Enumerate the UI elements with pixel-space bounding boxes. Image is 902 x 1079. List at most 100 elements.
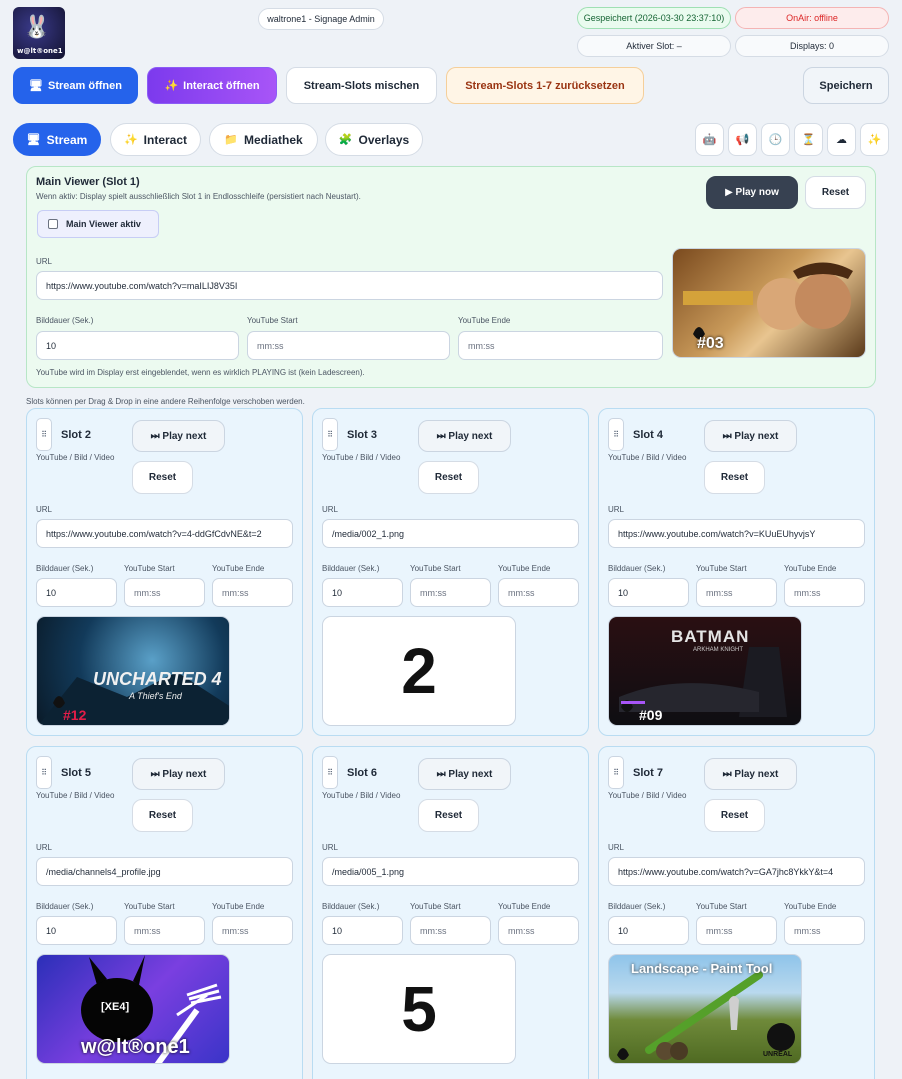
- slot-duration-input[interactable]: 10: [608, 578, 689, 607]
- tab-interact[interactable]: ✨ Interact: [110, 123, 201, 156]
- slot-reset-button[interactable]: Reset: [704, 461, 765, 494]
- drag-handle-icon[interactable]: ⠿: [608, 418, 624, 451]
- slot-yt-end-input[interactable]: mm:ss: [784, 578, 865, 607]
- tab-mediathek[interactable]: 📁 Mediathek: [209, 123, 318, 156]
- duration-label: Bilddauer (Sek.): [608, 564, 666, 573]
- slot-title: Slot 2: [61, 429, 91, 441]
- slots-note: Slots können per Drag & Drop in eine and…: [26, 397, 305, 406]
- slot-reset-button[interactable]: Reset: [704, 799, 765, 832]
- slot-url-input[interactable]: https://www.youtube.com/watch?v=4-ddGfCd…: [36, 519, 293, 548]
- drag-handle-icon[interactable]: ⠿: [36, 756, 52, 789]
- slot-yt-start-input[interactable]: mm:ss: [124, 578, 205, 607]
- drag-handle-icon[interactable]: ⠿: [322, 756, 338, 789]
- drag-handle-icon[interactable]: ⠿: [322, 418, 338, 451]
- slot-yt-start-input[interactable]: mm:ss: [696, 916, 777, 945]
- slot-type-label: YouTube / Bild / Video: [608, 791, 687, 800]
- interact-open-button[interactable]: ✨ Interact öffnen: [147, 67, 277, 104]
- monitor-icon: 🖥: [29, 79, 43, 92]
- play-next-button[interactable]: ⏭ Play next: [132, 758, 225, 790]
- play-now-button[interactable]: ▶ Play now: [706, 176, 798, 209]
- play-next-button[interactable]: ⏭ Play next: [704, 758, 797, 790]
- drag-handle-icon[interactable]: ⠿: [608, 756, 624, 789]
- slot-url-input[interactable]: https://www.youtube.com/watch?v=KUuEUhyv…: [608, 519, 865, 548]
- play-next-button[interactable]: ⏭ Play next: [704, 420, 797, 452]
- displays-badge: Displays: 0: [735, 35, 889, 57]
- main-viewer-yt-end-input[interactable]: mm:ss: [458, 331, 663, 360]
- cloud-icon[interactable]: ☁: [827, 123, 856, 156]
- slot-url-input[interactable]: /media/005_1.png: [322, 857, 579, 886]
- play-next-button[interactable]: ⏭ Play next: [418, 420, 511, 452]
- slot-yt-start-input[interactable]: mm:ss: [124, 916, 205, 945]
- hourglass-icon[interactable]: ⏳: [794, 123, 823, 156]
- slot-duration-input[interactable]: 10: [608, 916, 689, 945]
- slot-thumbnail: Landscape - Paint Tool UNREAL: [608, 954, 802, 1064]
- monitor-icon: 🖥: [26, 133, 41, 146]
- onair-status-badge: OnAir: offline: [735, 7, 889, 29]
- tab-overlays[interactable]: 🧩 Overlays: [325, 123, 423, 156]
- save-status-badge: Gespeichert (2026-03-30 23:37:10): [577, 7, 731, 29]
- main-viewer-url-input[interactable]: https://www.youtube.com/watch?v=maILIJ8V…: [36, 271, 663, 300]
- tab-stream-label: Stream: [46, 132, 88, 147]
- slot-duration-input[interactable]: 10: [36, 916, 117, 945]
- slot-yt-start-input[interactable]: mm:ss: [696, 578, 777, 607]
- play-next-button[interactable]: ⏭ Play next: [418, 758, 511, 790]
- sparkle-icon: ✨: [164, 79, 179, 92]
- slot-type-label: YouTube / Bild / Video: [36, 453, 115, 462]
- duration-label: Bilddauer (Sek.): [322, 902, 380, 911]
- stream-open-label: Stream öffnen: [48, 79, 122, 92]
- slot-card[interactable]: ⠿ Slot 5 YouTube / Bild / Video ⏭ Play n…: [26, 746, 303, 1079]
- slot-reset-button[interactable]: Reset: [418, 461, 479, 494]
- sparkle-icon[interactable]: ✨: [860, 123, 889, 156]
- yt-start-label: YouTube Start: [696, 564, 747, 573]
- slot-card[interactable]: ⠿ Slot 2 YouTube / Bild / Video ⏭ Play n…: [26, 408, 303, 736]
- megaphone-icon[interactable]: 📢: [728, 123, 757, 156]
- robot-icon[interactable]: 🤖: [695, 123, 724, 156]
- url-label: URL: [608, 843, 625, 852]
- slot-type-label: YouTube / Bild / Video: [36, 791, 115, 800]
- main-viewer-reset-button[interactable]: Reset: [805, 176, 866, 209]
- main-viewer-duration-input[interactable]: 10: [36, 331, 239, 360]
- reset-slots-button[interactable]: Stream-Slots 1-7 zurücksetzen: [446, 67, 644, 104]
- slot-reset-button[interactable]: Reset: [132, 799, 193, 832]
- slot-yt-start-input[interactable]: mm:ss: [410, 578, 491, 607]
- puzzle-icon: 🧩: [338, 133, 353, 146]
- slot-yt-end-input[interactable]: mm:ss: [498, 916, 579, 945]
- stream-open-button[interactable]: 🖥 Stream öffnen: [13, 67, 138, 104]
- slot-yt-end-input[interactable]: mm:ss: [784, 916, 865, 945]
- slot-yt-start-input[interactable]: mm:ss: [410, 916, 491, 945]
- main-viewer-panel: Main Viewer (Slot 1) Wenn aktiv: Display…: [26, 166, 876, 388]
- slot-card[interactable]: ⠿ Slot 3 YouTube / Bild / Video ⏭ Play n…: [312, 408, 589, 736]
- play-next-button[interactable]: ⏭ Play next: [132, 420, 225, 452]
- tab-mediathek-label: Mediathek: [244, 132, 303, 147]
- slot-card[interactable]: ⠿ Slot 6 YouTube / Bild / Video ⏭ Play n…: [312, 746, 589, 1079]
- mix-slots-button[interactable]: Stream-Slots mischen: [286, 67, 437, 104]
- slot-yt-end-input[interactable]: mm:ss: [498, 578, 579, 607]
- save-button[interactable]: Speichern: [803, 67, 889, 104]
- drag-handle-icon[interactable]: ⠿: [36, 418, 52, 451]
- slot-yt-end-input[interactable]: mm:ss: [212, 916, 293, 945]
- app-title: waltrone1 - Signage Admin: [258, 8, 384, 30]
- main-viewer-yt-start-input[interactable]: mm:ss: [247, 331, 450, 360]
- duration-label: Bilddauer (Sek.): [322, 564, 380, 573]
- yt-start-label: YouTube Start: [247, 316, 298, 325]
- slot-card[interactable]: ⠿ Slot 7 YouTube / Bild / Video ⏭ Play n…: [598, 746, 875, 1079]
- main-viewer-checkbox[interactable]: [48, 219, 58, 229]
- slot-url-input[interactable]: /media/channels4_profile.jpg: [36, 857, 293, 886]
- slot-yt-end-input[interactable]: mm:ss: [212, 578, 293, 607]
- tab-stream[interactable]: 🖥 Stream: [13, 123, 101, 156]
- slot-thumbnail: [XE4] w@lt®one1: [36, 954, 230, 1064]
- slot-reset-button[interactable]: Reset: [418, 799, 479, 832]
- slot-reset-button[interactable]: Reset: [132, 461, 193, 494]
- slot-duration-input[interactable]: 10: [322, 916, 403, 945]
- slot-card[interactable]: ⠿ Slot 4 YouTube / Bild / Video ⏭ Play n…: [598, 408, 875, 736]
- slot-url-input[interactable]: https://www.youtube.com/watch?v=GA7jhc8Y…: [608, 857, 865, 886]
- clock-icon[interactable]: 🕒: [761, 123, 790, 156]
- main-viewer-toggle[interactable]: Main Viewer aktiv: [37, 210, 159, 238]
- main-viewer-subtitle: Wenn aktiv: Display spielt ausschließlic…: [36, 192, 361, 201]
- slot-url-input[interactable]: /media/002_1.png: [322, 519, 579, 548]
- thumbnail-caption: UNCHARTED 4: [93, 669, 222, 689]
- slot-duration-input[interactable]: 10: [322, 578, 403, 607]
- url-label: URL: [608, 505, 625, 514]
- slot-duration-input[interactable]: 10: [36, 578, 117, 607]
- sparkle-icon: ✨: [123, 133, 138, 146]
